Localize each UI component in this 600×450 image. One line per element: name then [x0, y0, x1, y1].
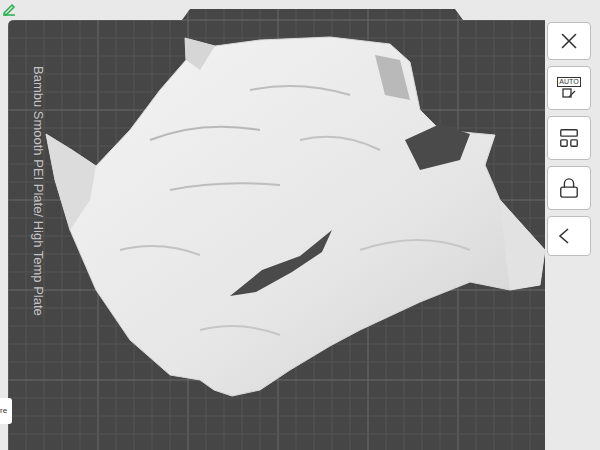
right-toolbar: AUTO	[547, 22, 591, 256]
orient-button[interactable]	[547, 216, 591, 256]
auto-label: AUTO	[557, 77, 580, 87]
orient-icon	[556, 226, 576, 246]
lock-icon	[558, 177, 580, 199]
close-icon	[556, 28, 582, 54]
mask-model[interactable]	[46, 37, 545, 396]
layout-icon	[558, 127, 580, 149]
plate-label: Bambu Smooth PEI Plate/ High Temp Plate	[29, 66, 49, 316]
close-button[interactable]	[547, 22, 591, 60]
build-plate[interactable]	[0, 0, 600, 450]
corner-tab[interactable]: re	[0, 398, 12, 424]
auto-arrange-button[interactable]: AUTO	[547, 66, 591, 110]
edit-icon[interactable]	[2, 2, 16, 16]
slicer-window: Bambu Smooth PEI Plate/ High Temp Plate r…	[0, 0, 600, 450]
lock-button[interactable]	[547, 166, 591, 210]
layout-button[interactable]	[547, 116, 591, 160]
arrange-icon	[561, 87, 577, 99]
